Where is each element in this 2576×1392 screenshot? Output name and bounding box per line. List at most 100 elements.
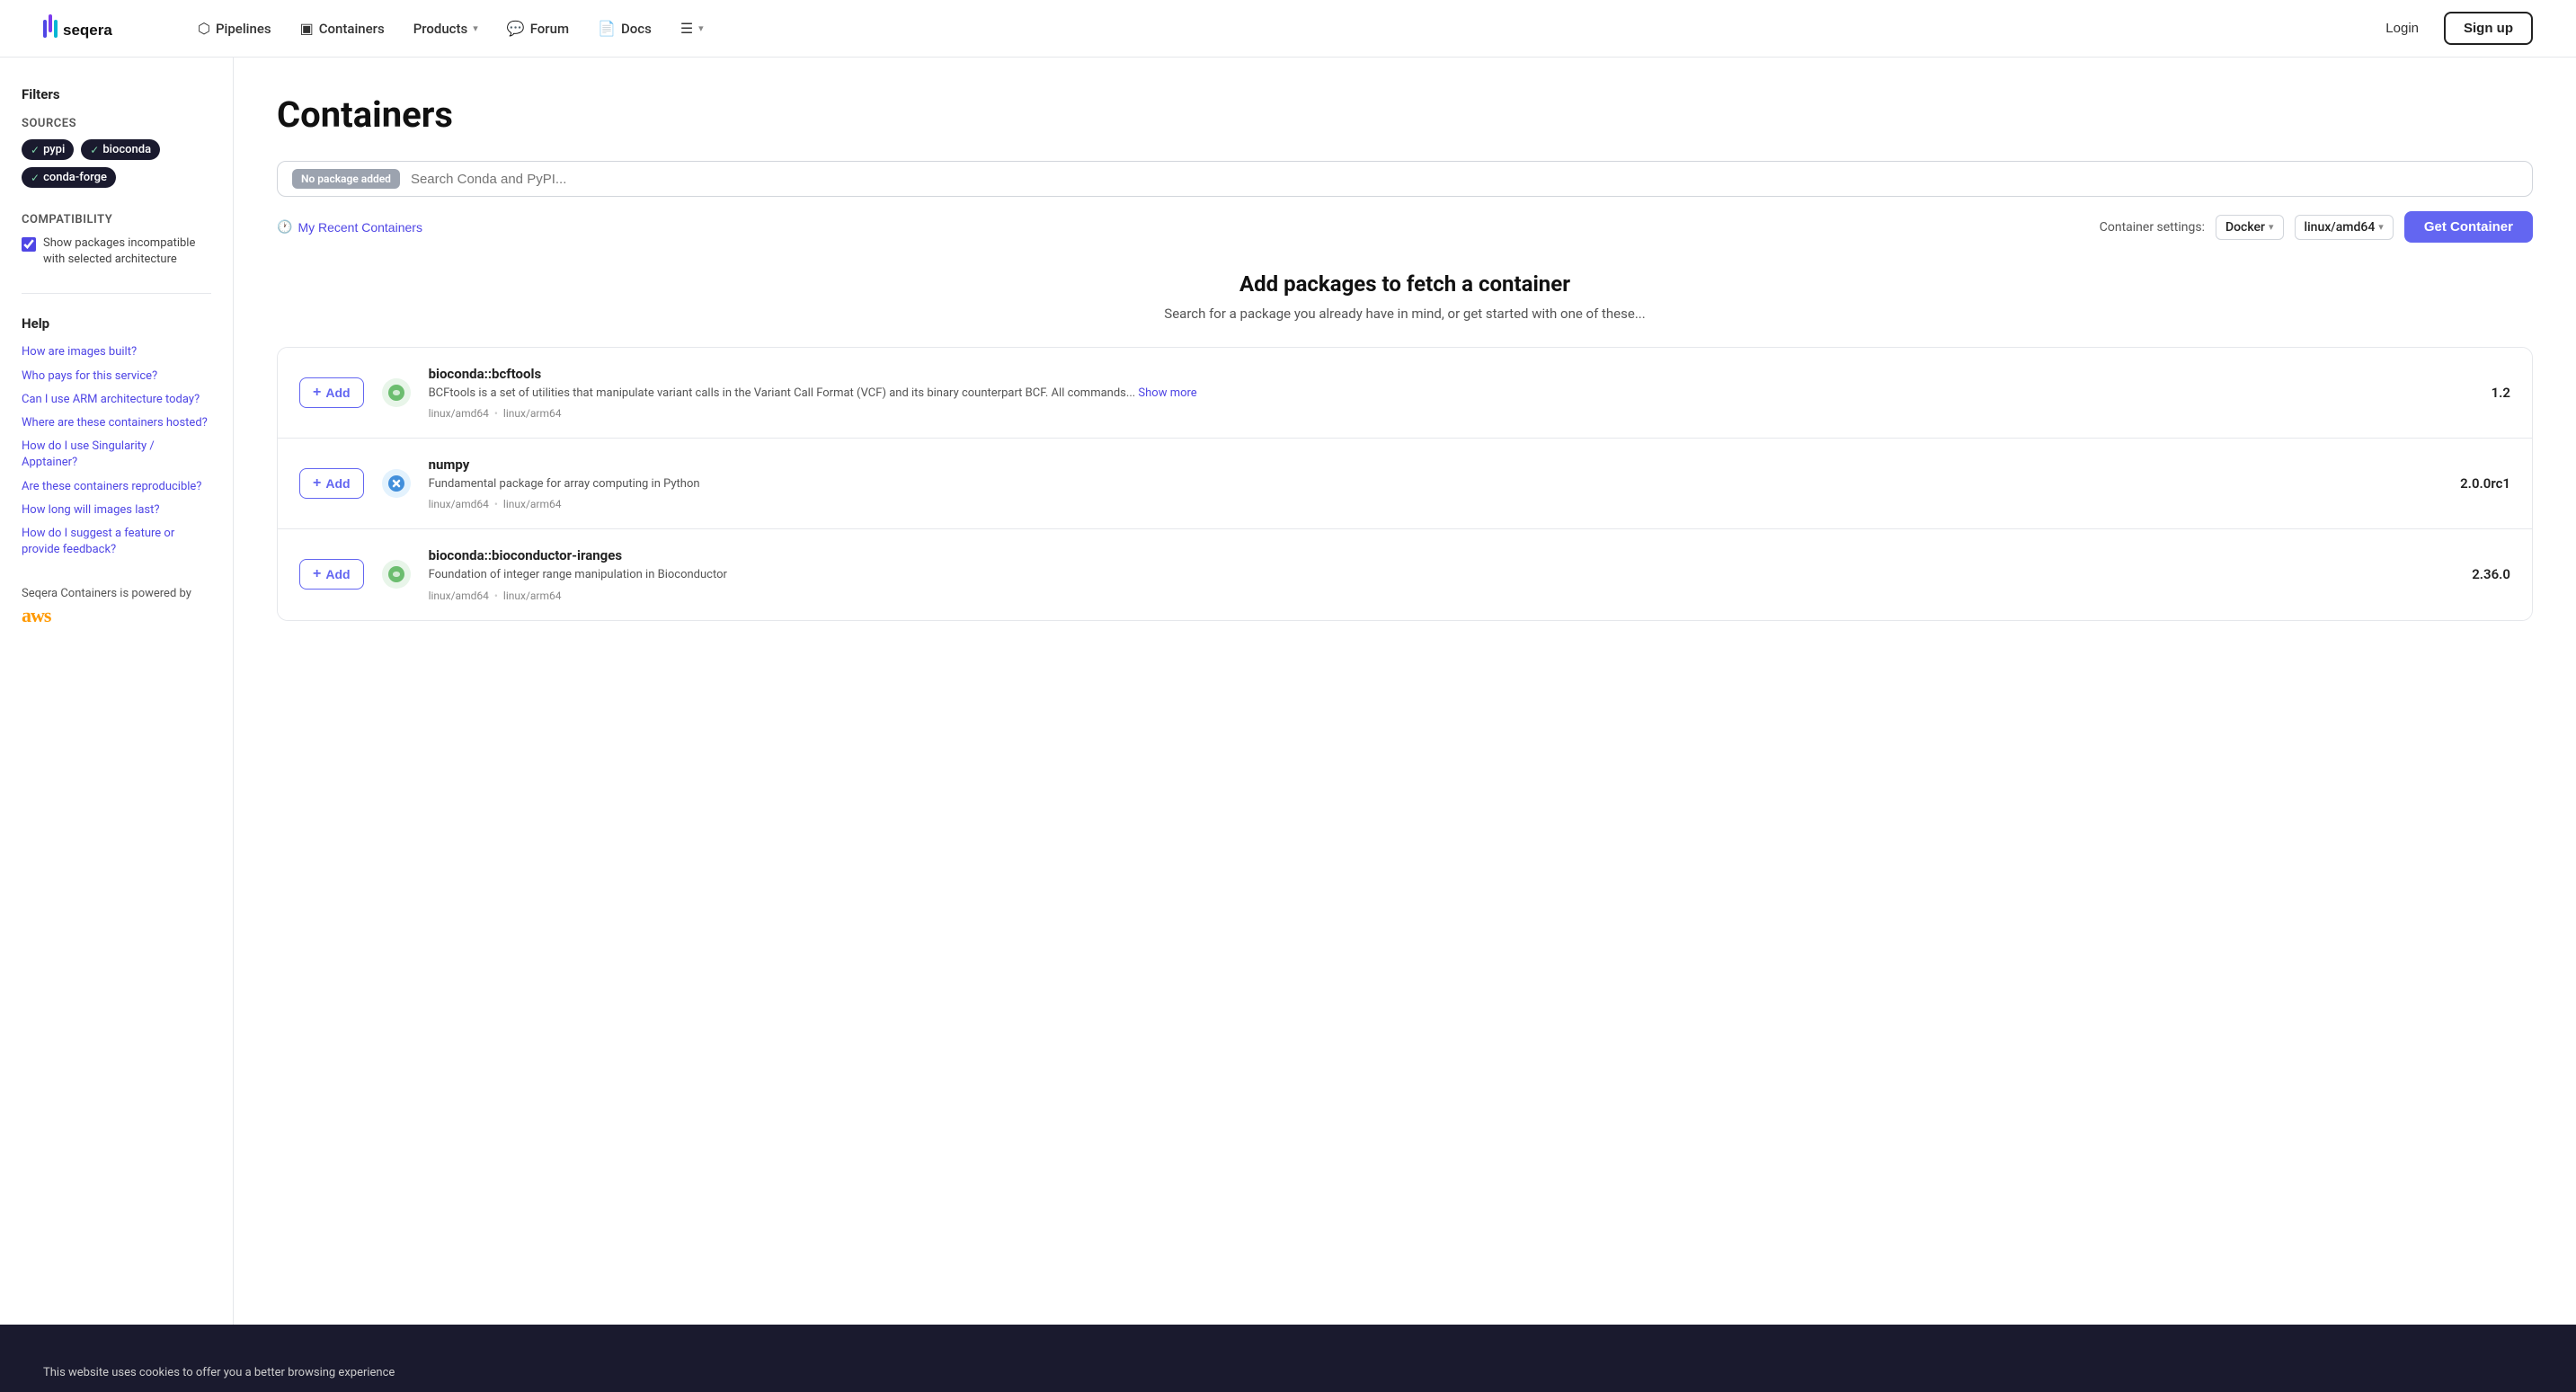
iranges-name: bioconda::bioconductor-iranges: [429, 547, 2438, 563]
filters-title: Filters: [22, 86, 211, 102]
tag-pypi[interactable]: ✓ pypi: [22, 139, 74, 160]
page-title: Containers: [277, 93, 2533, 136]
logo[interactable]: seqera: [43, 14, 151, 43]
nav-item-containers[interactable]: ▣ Containers: [289, 13, 395, 44]
add-packages-heading: Add packages to fetch a container: [277, 271, 2533, 297]
help-link-1[interactable]: Who pays for this service?: [22, 368, 211, 385]
nav-item-forum[interactable]: 💬 Forum: [496, 13, 580, 44]
numpy-icon: [382, 469, 411, 498]
numpy-name: numpy: [429, 457, 2438, 473]
nav-item-pipelines[interactable]: ⬡ Pipelines: [187, 13, 282, 44]
powered-by: Seqera Containers is powered by aws: [22, 587, 211, 627]
help-link-7[interactable]: How do I suggest a feature or provide fe…: [22, 526, 211, 558]
platform-separator: •: [494, 407, 498, 420]
add-packages-subtext: Search for a package you already have in…: [277, 306, 2533, 322]
forum-icon: 💬: [507, 20, 525, 37]
package-card-numpy: + Add numpy Fundamental package for arra…: [278, 439, 2532, 529]
show-more-bcftools[interactable]: Show more: [1138, 386, 1196, 400]
iranges-platforms: linux/amd64 • linux/arm64: [429, 590, 2438, 602]
add-label: Add: [325, 386, 350, 400]
search-bar: No package added: [277, 161, 2533, 197]
tag-conda-forge[interactable]: ✓ conda-forge: [22, 167, 116, 188]
navbar-links: ⬡ Pipelines ▣ Containers Products ▾ 💬 Fo…: [187, 13, 2371, 44]
settings-bar: 🕐 My Recent Containers Container setting…: [277, 211, 2533, 243]
login-button[interactable]: Login: [2371, 13, 2433, 43]
tag-conda-forge-label: conda-forge: [43, 171, 107, 184]
platform-arm64: linux/arm64: [503, 590, 562, 602]
cookie-bar: This website uses cookies to offer you a…: [0, 1353, 2576, 1392]
nav-label-pipelines: Pipelines: [216, 21, 271, 37]
help-link-6[interactable]: How long will images last?: [22, 502, 211, 519]
aws-logo: aws: [22, 604, 211, 627]
recent-containers-label: My Recent Containers: [298, 220, 422, 235]
main-content: Containers No package added 🕐 My Recent …: [234, 58, 2576, 1325]
signup-button[interactable]: Sign up: [2444, 12, 2533, 45]
iranges-info: bioconda::bioconductor-iranges Foundatio…: [429, 547, 2438, 601]
add-label: Add: [325, 567, 350, 581]
nav-label-containers: Containers: [319, 21, 385, 37]
docker-select[interactable]: Docker ▾: [2216, 215, 2284, 240]
help-link-2[interactable]: Can I use ARM architecture today?: [22, 392, 211, 408]
tag-bioconda-label: bioconda: [102, 143, 151, 156]
get-container-button[interactable]: Get Container: [2404, 211, 2533, 243]
sidebar: Filters Sources ✓ pypi ✓ bioconda ✓ cond…: [0, 58, 234, 1325]
docs-icon: 📄: [598, 20, 616, 37]
nav-label-products: Products: [413, 21, 468, 37]
add-button-bcftools[interactable]: + Add: [299, 377, 364, 408]
compatibility-section: Compatibility Show packages incompatible…: [22, 213, 211, 268]
tag-check-icon: ✓: [90, 144, 99, 156]
numpy-version: 2.0.0rc1: [2456, 475, 2510, 492]
iranges-desc: Foundation of integer range manipulation…: [429, 567, 2438, 583]
nav-item-more[interactable]: ☰ ▾: [670, 13, 715, 44]
platform-amd64: linux/amd64: [429, 407, 489, 420]
bcftools-info: bioconda::bcftools BCFtools is a set of …: [429, 366, 2438, 420]
filters-section: Filters Sources ✓ pypi ✓ bioconda ✓ cond…: [22, 86, 211, 188]
products-chevron-icon: ▾: [473, 22, 478, 34]
numpy-info: numpy Fundamental package for array comp…: [429, 457, 2438, 510]
help-title: Help: [22, 315, 211, 332]
docker-label: Docker: [2225, 220, 2265, 235]
help-link-5[interactable]: Are these containers reproducible?: [22, 479, 211, 495]
source-tags: ✓ pypi ✓ bioconda ✓ conda-forge: [22, 139, 211, 188]
help-links: How are images built? Who pays for this …: [22, 344, 211, 558]
cookie-text: This website uses cookies to offer you a…: [43, 1366, 395, 1379]
sidebar-divider: [22, 293, 211, 294]
arch-select[interactable]: linux/amd64 ▾: [2295, 215, 2394, 240]
footer-bar: [0, 1325, 2576, 1353]
compatibility-checkbox[interactable]: [22, 237, 36, 252]
platform-arm64: linux/arm64: [503, 407, 562, 420]
arch-label: linux/amd64: [2305, 220, 2376, 235]
add-button-numpy[interactable]: + Add: [299, 468, 364, 499]
bcftools-desc: BCFtools is a set of utilities that mani…: [429, 386, 2438, 402]
add-button-iranges[interactable]: + Add: [299, 559, 364, 590]
nav-label-forum: Forum: [530, 21, 569, 37]
nav-item-docs[interactable]: 📄 Docs: [587, 13, 662, 44]
more-chevron-icon: ▾: [698, 22, 704, 34]
clock-icon: 🕐: [277, 219, 292, 235]
svg-text:seqera: seqera: [63, 22, 112, 39]
search-input[interactable]: [411, 172, 2518, 187]
nav-item-products[interactable]: Products ▾: [403, 13, 489, 44]
iranges-version: 2.36.0: [2456, 566, 2510, 582]
tag-check-icon: ✓: [31, 172, 40, 184]
nav-label-docs: Docs: [621, 21, 652, 37]
help-link-0[interactable]: How are images built?: [22, 344, 211, 360]
add-label: Add: [325, 476, 350, 491]
settings-right: Container settings: Docker ▾ linux/amd64…: [2100, 211, 2533, 243]
docker-chevron-icon: ▾: [2269, 221, 2274, 233]
recent-containers-button[interactable]: 🕐 My Recent Containers: [277, 219, 422, 235]
containers-icon: ▣: [300, 20, 314, 37]
help-link-3[interactable]: Where are these containers hosted?: [22, 415, 211, 431]
navbar-actions: Login Sign up: [2371, 12, 2533, 45]
add-plus-icon: +: [313, 385, 321, 401]
pipelines-icon: ⬡: [198, 20, 210, 37]
help-link-4[interactable]: How do I use Singularity / Apptainer?: [22, 439, 211, 471]
container-settings-label: Container settings:: [2100, 220, 2205, 235]
compatibility-checkbox-row: Show packages incompatible with selected…: [22, 235, 211, 268]
platform-amd64: linux/amd64: [429, 590, 489, 602]
bcftools-icon: [382, 378, 411, 407]
tag-bioconda[interactable]: ✓ bioconda: [81, 139, 160, 160]
platform-separator: •: [494, 590, 498, 602]
no-package-badge: No package added: [292, 169, 400, 189]
platform-arm64: linux/arm64: [503, 498, 562, 510]
